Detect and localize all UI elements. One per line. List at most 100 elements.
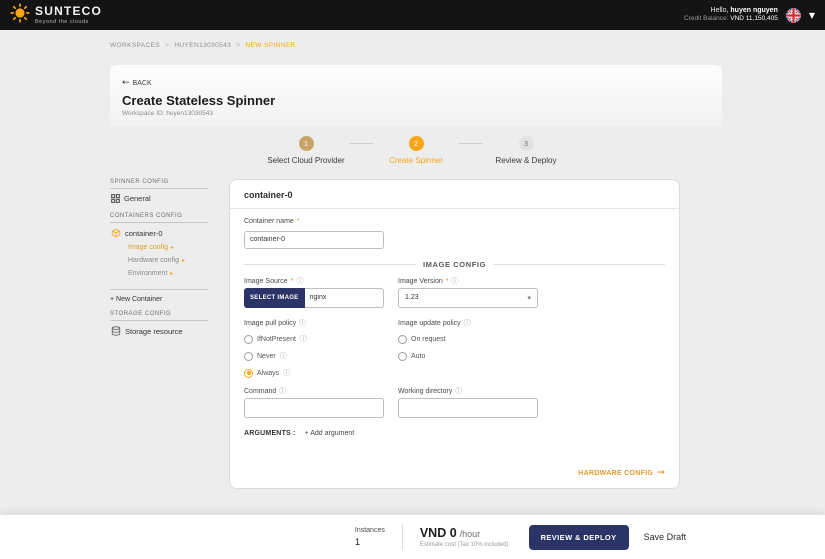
cube-icon [111,228,121,238]
sun-logo-icon [10,3,30,28]
back-label: BACK [133,80,152,87]
step-1-circle: 1 [299,136,314,151]
sidebar-item-hardware-config[interactable]: Hardware config ▸ [110,253,208,266]
estimate-note: Estimate cost (Tax 10% included) [420,542,509,548]
radio-circle [244,335,253,344]
image-source-input[interactable] [305,288,384,308]
grid-icon [111,194,120,203]
user-info: Hello, huyen nguyen Credit Balance: VND … [684,6,778,24]
hardware-config-link[interactable]: HARDWARE CONFIG → [578,461,665,478]
sidebar-item-image-config[interactable]: Image config ▸ [110,240,208,253]
step-3-label: Review & Deploy [496,156,557,165]
instances-block: Instances 1 [355,527,385,548]
info-icon[interactable]: ⓘ [451,278,458,285]
save-draft-button[interactable]: Save Draft [644,532,687,542]
price-value: VND 0 [420,526,457,540]
container-name-label: Container name* [244,218,665,225]
select-image-button[interactable]: SELECT IMAGE [244,288,305,308]
hardware-config-label: Hardware config [128,257,179,264]
step-1-label: Select Cloud Provider [267,156,344,165]
radio-ifnotpresent[interactable]: IfNotPresent ⓘ [244,335,384,344]
info-icon[interactable]: ⓘ [455,388,462,395]
sidebar-item-general[interactable]: General [110,189,208,205]
vertical-divider [402,524,403,550]
breadcrumb-workspaces[interactable]: WORKSPACES [110,42,160,49]
environment-label: Environment [128,270,167,277]
brand-tagline: Beyond the clouds [35,19,102,25]
app-window: SUNTECO Beyond the clouds Hello, huyen n… [0,0,825,559]
pull-policy-radio-group: IfNotPresent ⓘ Never ⓘ Always ⓘ [244,327,384,378]
instances-label: Instances [355,527,385,534]
radio-never[interactable]: Never ⓘ [244,352,384,361]
sidebar-item-container-0[interactable]: container-0 [110,223,208,240]
review-deploy-button[interactable]: REVIEW & DEPLOY [529,525,629,550]
required-asterisk: * [297,218,300,225]
divider [230,208,679,209]
container-name-input[interactable] [244,231,384,249]
breadcrumb-workspace-id[interactable]: HUYEN13030543 [174,42,231,49]
language-flag-icon[interactable] [786,8,801,23]
info-icon[interactable]: ⓘ [464,320,471,327]
wizard-stepper: 1 Select Cloud Provider 2 Create Spinner… [110,136,722,165]
sunteco-logo[interactable]: SUNTECO Beyond the clouds [10,3,102,28]
page-title: Create Stateless Spinner [122,93,710,108]
credit-balance-label: Credit Balance: [684,15,728,22]
radio-circle [398,352,407,361]
info-icon[interactable]: ⓘ [280,353,287,360]
new-container-button[interactable]: + New Container [110,289,208,303]
command-input[interactable] [244,398,384,418]
add-argument-button[interactable]: + Add argument [305,430,355,437]
back-button[interactable]: ← BACK [122,79,152,88]
spinner-config-header: SPINNER CONFIG [110,179,208,189]
working-directory-label: Working directory ⓘ [398,388,538,395]
radio-circle [398,335,407,344]
container-0-label: container-0 [125,229,163,238]
breadcrumb-current: NEW SPINNER [245,42,295,49]
step-select-cloud-provider[interactable]: 1 Select Cloud Provider [263,136,349,165]
chevron-right-icon: ▸ [182,257,185,264]
radio-always[interactable]: Always ⓘ [244,369,384,378]
image-version-select[interactable]: 1.23 ▾ [398,288,538,308]
info-icon[interactable]: ⓘ [296,278,303,285]
radio-on-request[interactable]: On request [398,335,538,344]
info-icon[interactable]: ⓘ [300,336,307,343]
image-source-label: Image Source* ⓘ [244,278,384,285]
brand-name: SUNTECO [35,5,102,17]
arrow-right-icon: → [657,469,665,478]
step-2-label: Create Spinner [389,156,443,165]
radio-auto[interactable]: Auto [398,352,538,361]
breadcrumb: WORKSPACES > HUYEN13030543 > NEW SPINNER [110,42,825,49]
info-icon[interactable]: ⓘ [279,388,286,395]
command-label: Command ⓘ [244,388,384,395]
general-label: General [124,194,151,203]
info-icon[interactable]: ⓘ [299,320,306,327]
sidebar-item-environment[interactable]: Environment ▸ [110,266,208,279]
instances-value: 1 [355,537,385,548]
account-menu-caret-icon[interactable]: ▼ [809,11,815,20]
chevron-right-icon: ▸ [171,244,174,251]
image-config-label: Image config [128,244,168,251]
step-review-deploy[interactable]: 3 Review & Deploy [483,136,569,165]
pull-policy-label: Image pull policy ⓘ [244,320,384,327]
step-2-circle: 2 [409,136,424,151]
image-config-section-divider: IMAGE CONFIG [244,260,665,269]
working-directory-input[interactable] [398,398,538,418]
stepper-connector [349,143,373,144]
workspace-id-subtitle: Workspace ID: huyen13030543 [122,110,710,117]
back-arrow-icon: ← [122,79,130,88]
container-config-card: container-0 Container name* IMAGE CONFIG… [229,179,680,489]
storage-config-header: STORAGE CONFIG [110,311,208,321]
image-config-section-title: IMAGE CONFIG [423,260,486,269]
price-block: VND 0 /hour Estimate cost (Tax 10% inclu… [420,526,509,548]
price-unit: /hour [460,529,481,539]
top-navbar: SUNTECO Beyond the clouds Hello, huyen n… [0,0,825,30]
storage-resource-label: Storage resource [125,327,183,336]
sidebar-item-storage-resource[interactable]: Storage resource [110,321,208,338]
image-version-label: Image Version* ⓘ [398,278,538,285]
chevron-right-icon: ▸ [170,270,173,277]
radio-circle-checked [244,369,253,378]
image-version-value: 1.23 [405,294,419,301]
containers-config-header: CONTAINERS CONFIG [110,213,208,223]
info-icon[interactable]: ⓘ [283,370,290,377]
step-create-spinner[interactable]: 2 Create Spinner [373,136,459,165]
